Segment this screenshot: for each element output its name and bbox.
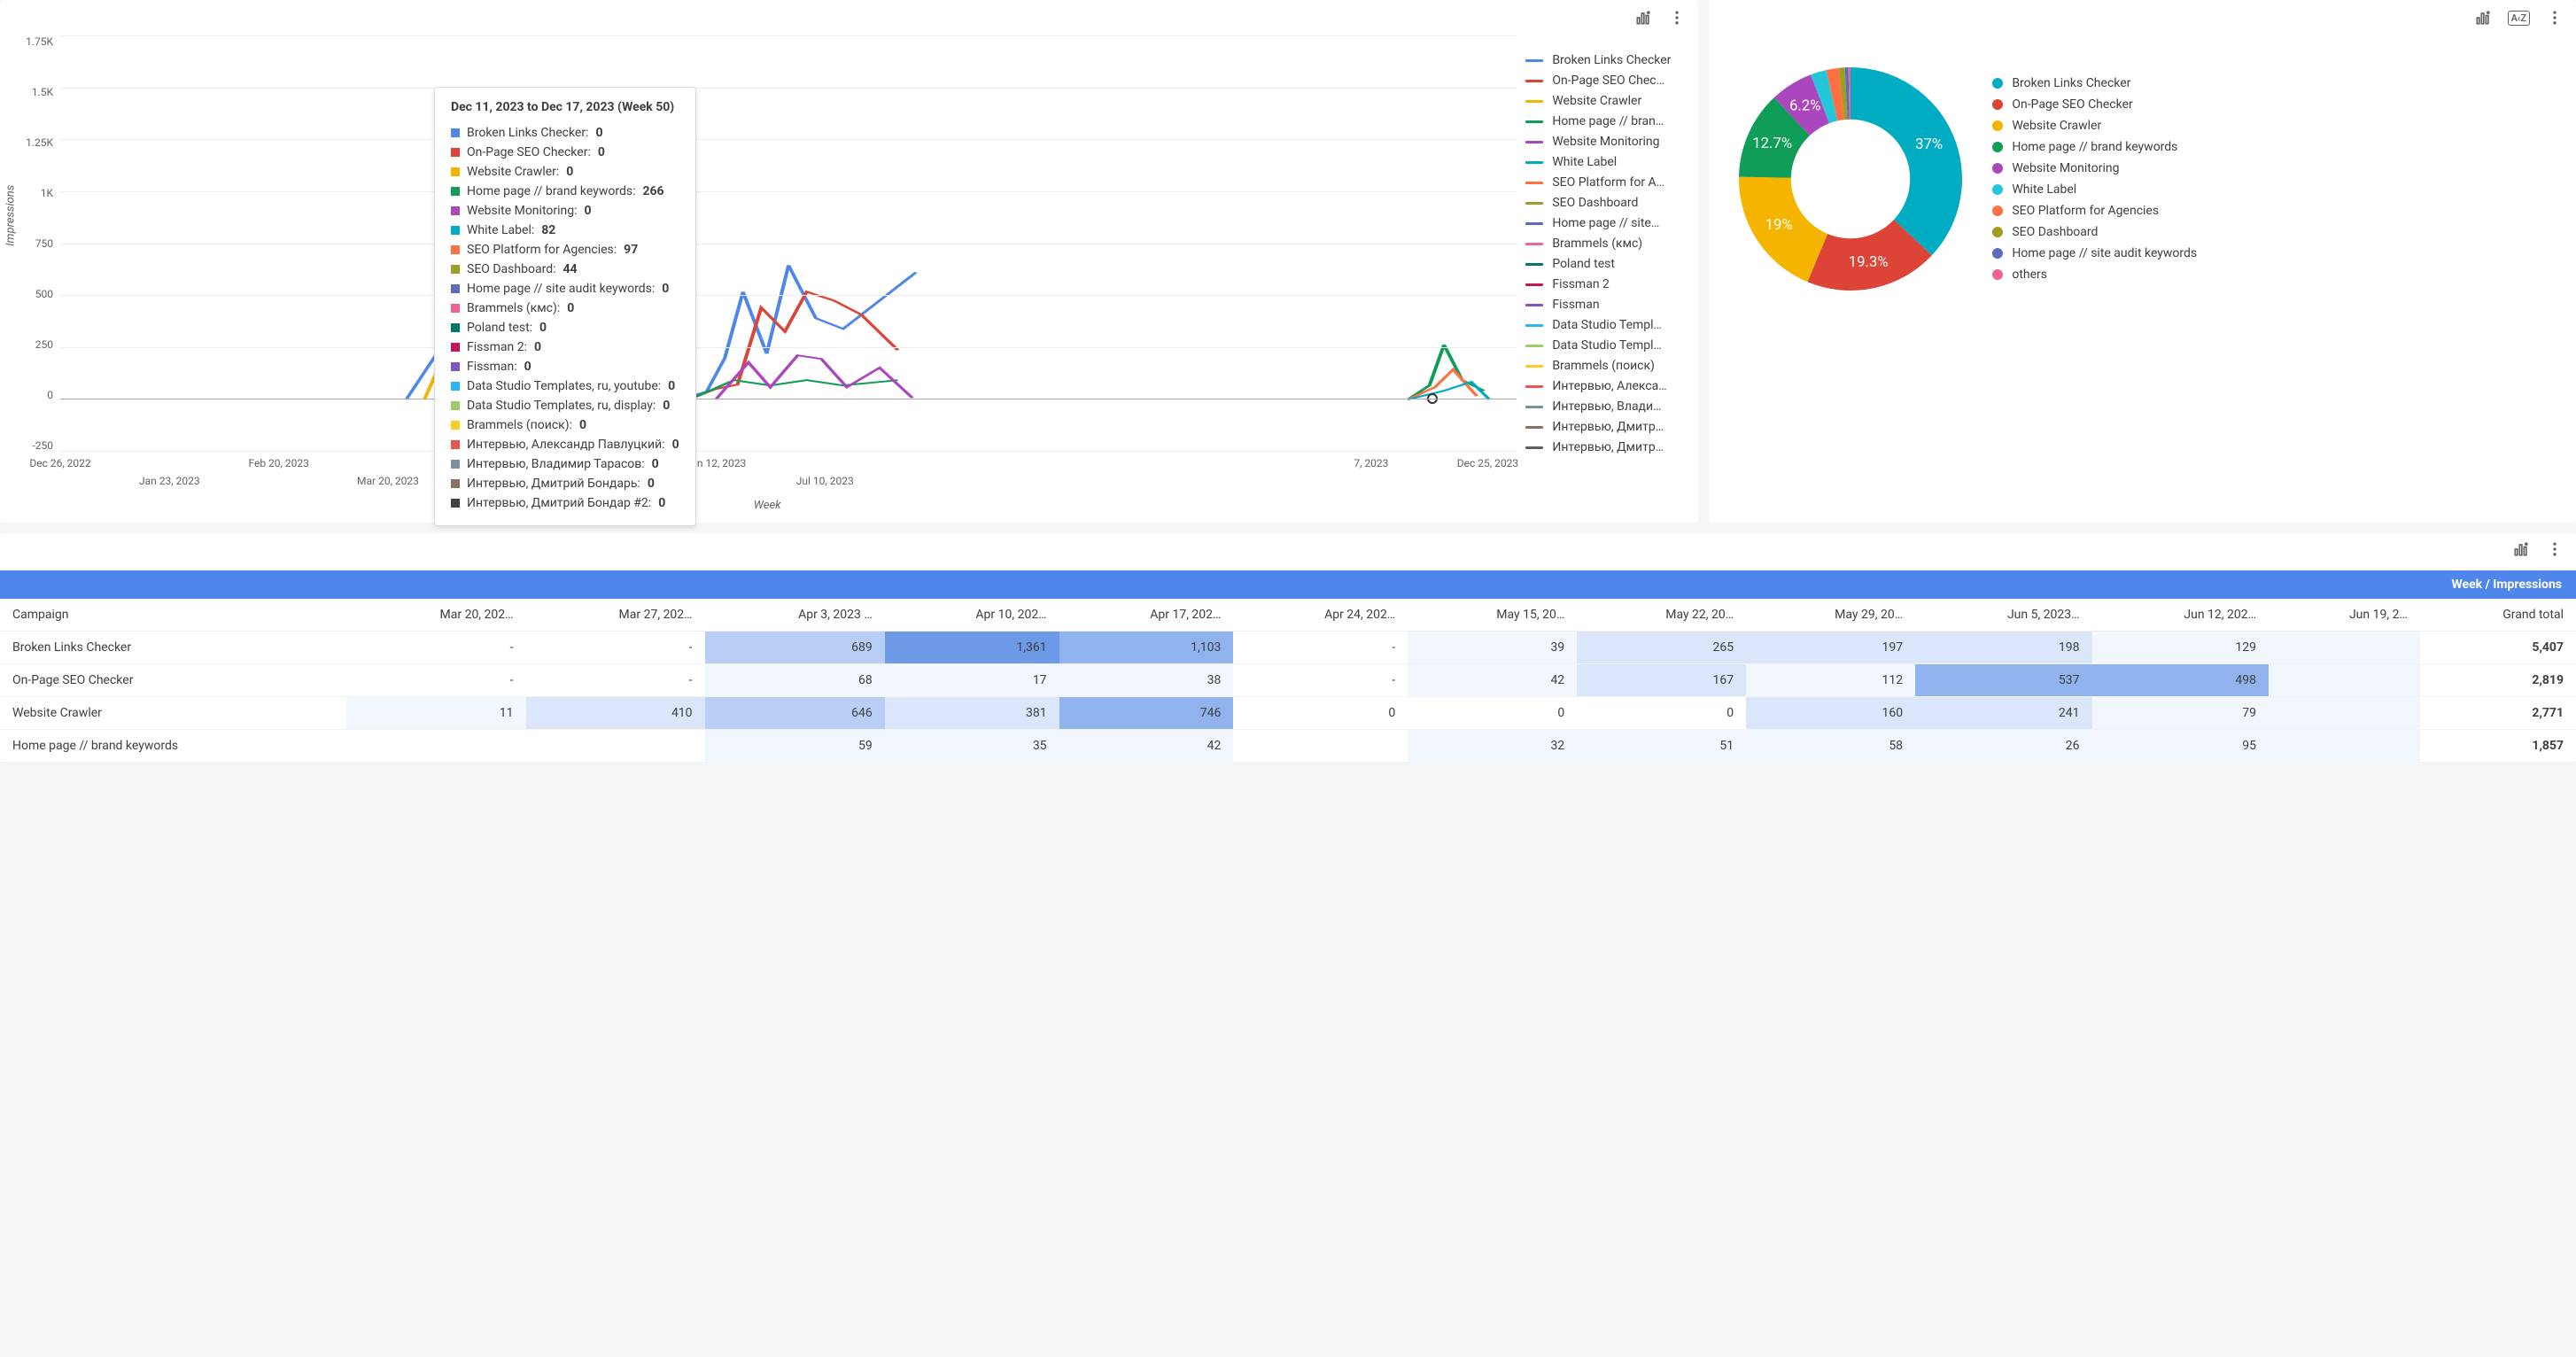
legend-item[interactable]: Home page // brand keywords	[1992, 140, 2197, 154]
legend-item[interactable]: Fissman 2	[1525, 277, 1680, 291]
more-options-icon[interactable]	[2546, 9, 2564, 27]
table-title-bar: Week / Impressions	[0, 570, 2576, 599]
y-axis-ticks: 1.75K1.5K1.25K1K7505002500-250	[18, 35, 53, 452]
legend-item[interactable]: Home page // site audit keywords	[1992, 246, 2197, 260]
legend-item[interactable]: SEO Platform for Agencies	[1992, 204, 2197, 218]
legend-item[interactable]: Интервью, Дмитр…	[1525, 420, 1680, 434]
impressions-table-card: Week / Impressions CampaignMar 20, 202…M…	[0, 533, 2576, 763]
table-column-header[interactable]: Apr 24, 202…	[1233, 599, 1408, 632]
legend-item[interactable]: SEO Dashboard	[1992, 225, 2197, 239]
legend-item[interactable]: Интервью, Дмитр…	[1525, 440, 1680, 454]
more-options-icon[interactable]	[2546, 540, 2564, 558]
table-column-header[interactable]: Jun 5, 2023…	[1915, 599, 2091, 632]
donut-chart[interactable]: 37% 19.3% 19% 12.7% 6.2%	[1726, 55, 1975, 303]
chart-tooltip: Dec 11, 2023 to Dec 17, 2023 (Week 50) B…	[434, 87, 696, 526]
table-column-header[interactable]: Apr 17, 202…	[1059, 599, 1234, 632]
table-column-header[interactable]: May 22, 20…	[1577, 599, 1746, 632]
more-options-icon[interactable]	[1668, 9, 1686, 27]
legend-item[interactable]: Data Studio Templ…	[1525, 318, 1680, 332]
impressions-line-chart-card: Impressions 1.75K1.5K1.25K1K7505002500-2…	[0, 0, 1698, 523]
svg-text:12.7%: 12.7%	[1753, 135, 1793, 152]
legend-item[interactable]: On-Page SEO Chec…	[1525, 74, 1680, 88]
legend-item[interactable]: Website Monitoring	[1992, 161, 2197, 175]
legend-item[interactable]: Website Monitoring	[1525, 135, 1680, 149]
table-column-header[interactable]: May 15, 20…	[1408, 599, 1577, 632]
y-axis-label: Impressions	[4, 185, 18, 246]
legend-item[interactable]: SEO Dashboard	[1525, 196, 1680, 210]
table-row[interactable]: Home page // brand keywords5935423251582…	[0, 730, 2576, 763]
table-column-header[interactable]: Apr 3, 2023 …	[705, 599, 885, 632]
svg-text:6.2%: 6.2%	[1789, 97, 1821, 115]
legend-item[interactable]: White Label	[1992, 182, 2197, 197]
chart-options-icon[interactable]	[2512, 540, 2530, 558]
line-chart-legend: Broken Links Checker On-Page SEO Chec… Web…	[1525, 35, 1680, 505]
sort-az-icon[interactable]: A‹Z	[2508, 11, 2530, 26]
table-column-header[interactable]: Jun 12, 202…	[2092, 599, 2269, 632]
line-chart-plot[interactable]: Impressions 1.75K1.5K1.25K1K7505002500-2…	[18, 35, 1517, 505]
legend-item[interactable]: Интервью, Влади…	[1525, 399, 1680, 414]
table-column-header[interactable]: Grand total	[2420, 599, 2576, 632]
svg-text:37%: 37%	[1915, 136, 1943, 153]
legend-item[interactable]: Website Crawler	[1525, 94, 1680, 108]
impressions-donut-card: A‹Z 37% 19.3% 19% 12.7% 6.2% Broken Links Ch…	[1709, 0, 2576, 523]
table-column-header[interactable]: Apr 10, 202…	[885, 599, 1059, 632]
svg-text:19.3%: 19.3%	[1849, 253, 1889, 271]
table-row[interactable]: Broken Links Checker--6891,3611,103-3926…	[0, 632, 2576, 664]
legend-item[interactable]: Website Crawler	[1992, 119, 2197, 133]
table-row[interactable]: On-Page SEO Checker--681738-421671125374…	[0, 664, 2576, 697]
donut-legend: Broken Links Checker On-Page SEO Checker W…	[1992, 76, 2197, 282]
legend-item[interactable]: Fissman	[1525, 298, 1680, 312]
table-column-header[interactable]: May 29, 20…	[1746, 599, 1915, 632]
legend-item[interactable]: Brammels (поиск)	[1525, 359, 1680, 373]
x-axis-label: Week	[18, 499, 1517, 512]
legend-item[interactable]: Data Studio Templ…	[1525, 338, 1680, 353]
table-column-header[interactable]: Jun 19, 2…	[2269, 599, 2420, 632]
legend-item[interactable]: SEO Platform for A…	[1525, 175, 1680, 190]
chart-options-icon[interactable]	[1634, 9, 1652, 27]
table-column-header[interactable]: Mar 27, 202…	[526, 599, 705, 632]
legend-item[interactable]: White Label	[1525, 155, 1680, 169]
legend-item[interactable]: On-Page SEO Checker	[1992, 97, 2197, 112]
legend-item[interactable]: Broken Links Checker	[1992, 76, 2197, 90]
legend-item[interactable]: Broken Links Checker	[1525, 53, 1680, 67]
legend-item[interactable]: Brammels (кмс)	[1525, 237, 1680, 251]
table-column-header[interactable]: Mar 20, 202…	[346, 599, 525, 632]
legend-item[interactable]: Home page // bran…	[1525, 114, 1680, 128]
chart-options-icon[interactable]	[2474, 9, 2492, 27]
legend-item[interactable]: Poland test	[1525, 257, 1680, 271]
table-row[interactable]: Website Crawler1141064638174600016024179…	[0, 697, 2576, 730]
x-axis-ticks: Dec 26, 2022Feb 20, 2023Apr 17, 2023Jun …	[60, 457, 1517, 501]
table-column-header[interactable]: Campaign	[0, 599, 346, 632]
impressions-table[interactable]: CampaignMar 20, 202…Mar 27, 202…Apr 3, 2…	[0, 599, 2576, 763]
legend-item[interactable]: Home page // site…	[1525, 216, 1680, 230]
legend-item[interactable]: others	[1992, 268, 2197, 282]
tooltip-title: Dec 11, 2023 to Dec 17, 2023 (Week 50)	[451, 100, 679, 114]
svg-text:19%: 19%	[1765, 216, 1793, 234]
legend-item[interactable]: Интервью, Алекса…	[1525, 379, 1680, 393]
